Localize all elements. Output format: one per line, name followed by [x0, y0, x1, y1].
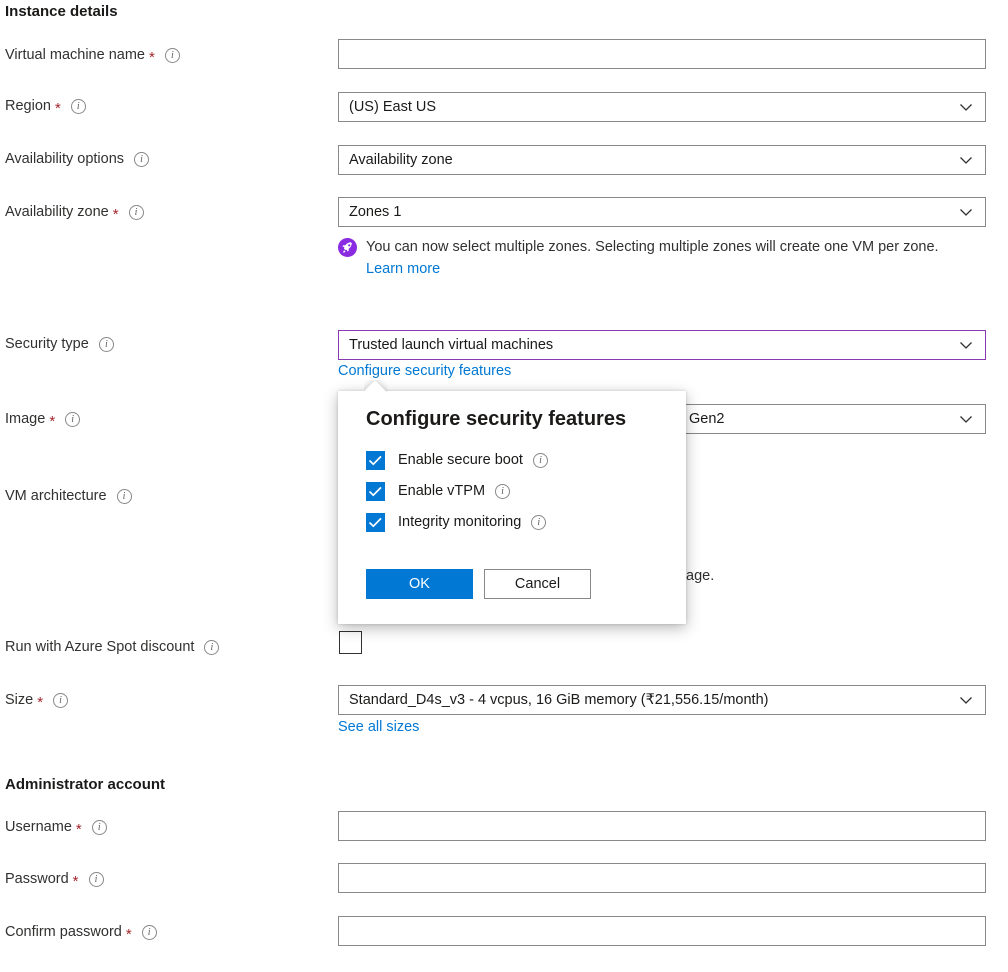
- input-confirm-password[interactable]: [338, 916, 986, 946]
- dropdown-value: Trusted launch virtual machines: [349, 337, 959, 353]
- multiple-zones-info-banner: You can now select multiple zones. Selec…: [338, 236, 978, 280]
- configure-security-features-link[interactable]: Configure security features: [338, 363, 511, 379]
- label-text: Region: [5, 98, 51, 114]
- dropdown-availability-options[interactable]: Availability zone: [338, 145, 986, 175]
- checkbox-row-enable-vtpm[interactable]: Enable vTPM: [366, 480, 510, 502]
- info-icon[interactable]: [99, 337, 114, 352]
- dropdown-availability-zone[interactable]: Zones 1: [338, 197, 986, 227]
- rocket-icon: [338, 238, 357, 257]
- dropdown-value: Availability zone: [349, 152, 959, 168]
- required-indicator: *: [76, 822, 82, 837]
- azure-create-vm-basics-form: Instance details Virtual machine name * …: [0, 0, 1008, 972]
- label-size: Size *: [5, 692, 68, 708]
- checkbox-label: Enable vTPM: [398, 483, 485, 499]
- banner-line-1: You can now select multiple zones. Selec…: [366, 239, 874, 255]
- label-region: Region *: [5, 98, 86, 114]
- label-text: Virtual machine name: [5, 47, 145, 63]
- chevron-down-icon: [959, 338, 973, 352]
- learn-more-link[interactable]: Learn more: [366, 261, 440, 277]
- label-run-with-azure-spot-discount: Run with Azure Spot discount: [5, 639, 219, 655]
- cancel-button[interactable]: Cancel: [484, 569, 591, 599]
- section-title-instance-details: Instance details: [5, 3, 118, 20]
- input-username[interactable]: [338, 811, 986, 841]
- info-icon[interactable]: [117, 489, 132, 504]
- label-vm-architecture: VM architecture: [5, 488, 132, 504]
- dropdown-region[interactable]: (US) East US: [338, 92, 986, 122]
- label-text: Image: [5, 411, 45, 427]
- info-icon[interactable]: [533, 453, 548, 468]
- banner-line-2: per zone.: [878, 239, 938, 255]
- chevron-down-icon: [959, 205, 973, 219]
- dropdown-value: (US) East US: [349, 99, 959, 115]
- label-text: Availability options: [5, 151, 124, 167]
- info-icon[interactable]: [71, 99, 86, 114]
- required-indicator: *: [73, 874, 79, 889]
- checkbox-row-integrity-monitoring[interactable]: Integrity monitoring: [366, 511, 546, 533]
- label-password: Password *: [5, 871, 104, 887]
- info-icon[interactable]: [53, 693, 68, 708]
- vm-architecture-note-fragment: age.: [686, 568, 714, 584]
- see-all-sizes-link[interactable]: See all sizes: [338, 719, 419, 735]
- label-confirm-password: Confirm password *: [5, 924, 157, 940]
- info-icon[interactable]: [134, 152, 149, 167]
- chevron-down-icon: [959, 412, 973, 426]
- dialog-title: Configure security features: [366, 408, 626, 431]
- label-availability-zone: Availability zone *: [5, 204, 144, 220]
- dropdown-size[interactable]: Standard_D4s_v3 - 4 vcpus, 16 GiB memory…: [338, 685, 986, 715]
- label-text: Availability zone: [5, 204, 109, 220]
- dropdown-value: Zones 1: [349, 204, 959, 220]
- label-text: VM architecture: [5, 488, 107, 504]
- chevron-down-icon: [959, 100, 973, 114]
- checkbox-run-with-azure-spot-discount[interactable]: [339, 631, 362, 654]
- info-icon[interactable]: [65, 412, 80, 427]
- label-security-type: Security type: [5, 336, 114, 352]
- checkbox-enable-secure-boot[interactable]: [366, 451, 385, 470]
- checkbox-enable-vtpm[interactable]: [366, 482, 385, 501]
- label-image: Image *: [5, 411, 80, 427]
- label-text: Confirm password: [5, 924, 122, 940]
- checkbox-label: Enable secure boot: [398, 452, 523, 468]
- chevron-down-icon: [959, 153, 973, 167]
- input-virtual-machine-name[interactable]: [338, 39, 986, 69]
- label-text: Size: [5, 692, 33, 708]
- configure-security-features-dialog: Configure security features Enable secur…: [338, 391, 686, 624]
- checkbox-row-enable-secure-boot[interactable]: Enable secure boot: [366, 449, 548, 471]
- label-virtual-machine-name: Virtual machine name *: [5, 47, 180, 63]
- required-indicator: *: [126, 927, 132, 942]
- input-password[interactable]: [338, 863, 986, 893]
- info-icon[interactable]: [142, 925, 157, 940]
- label-text: Username: [5, 819, 72, 835]
- callout-pointer: [364, 380, 388, 392]
- label-availability-options: Availability options: [5, 151, 149, 167]
- required-indicator: *: [55, 101, 61, 116]
- checkbox-label: Integrity monitoring: [398, 514, 521, 530]
- info-icon[interactable]: [531, 515, 546, 530]
- dropdown-security-type[interactable]: Trusted launch virtual machines: [338, 330, 986, 360]
- dropdown-value: Standard_D4s_v3 - 4 vcpus, 16 GiB memory…: [349, 692, 959, 708]
- info-icon[interactable]: [495, 484, 510, 499]
- info-icon[interactable]: [89, 872, 104, 887]
- ok-button[interactable]: OK: [366, 569, 473, 599]
- label-username: Username *: [5, 819, 107, 835]
- required-indicator: *: [149, 50, 155, 65]
- info-icon[interactable]: [204, 640, 219, 655]
- info-icon[interactable]: [129, 205, 144, 220]
- chevron-down-icon: [959, 693, 973, 707]
- label-text: Password: [5, 871, 69, 887]
- banner-text: You can now select multiple zones. Selec…: [366, 236, 972, 280]
- required-indicator: *: [113, 207, 119, 222]
- checkbox-integrity-monitoring[interactable]: [366, 513, 385, 532]
- section-title-administrator-account: Administrator account: [5, 776, 165, 793]
- required-indicator: *: [37, 695, 43, 710]
- info-icon[interactable]: [165, 48, 180, 63]
- label-text: Security type: [5, 336, 89, 352]
- info-icon[interactable]: [92, 820, 107, 835]
- label-text: Run with Azure Spot discount: [5, 639, 194, 655]
- required-indicator: *: [49, 414, 55, 429]
